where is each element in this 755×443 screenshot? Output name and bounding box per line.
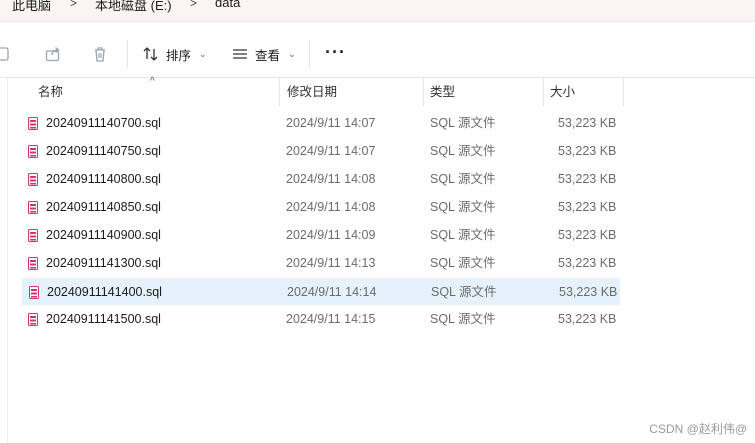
copy-icon[interactable] [0,43,14,65]
file-type: SQL 源文件 [430,256,496,270]
file-row[interactable]: 20240911141500.sql 2024/9/11 14:15 SQL 源… [22,306,620,333]
column-header-type[interactable]: 类型 [422,78,543,106]
column-header-row: 名称 修改日期 类型 大小 [0,78,755,106]
file-name: 20240911140700.sql [46,116,161,130]
command-bar: 排序 ⌄ 查看 ⌄ ··· [0,30,755,78]
file-row[interactable]: 20240911140900.sql 2024/9/11 14:09 SQL 源… [22,222,620,249]
file-type: SQL 源文件 [430,144,496,158]
file-size: 53,223 KB [558,256,617,270]
file-type: SQL 源文件 [430,312,496,326]
file-type: SQL 源文件 [430,228,496,242]
sort-arrows-icon [143,47,158,61]
file-row[interactable]: 20240911140850.sql 2024/9/11 14:08 SQL 源… [22,194,620,221]
sql-file-icon [28,313,38,326]
sort-label: 排序 [166,48,192,63]
file-type: SQL 源文件 [430,172,496,186]
file-size: 53,223 KB [558,200,617,214]
file-size: 53,223 KB [559,285,618,299]
file-row-selected[interactable]: 20240911141400.sql 2024/9/11 14:14 SQL 源… [22,278,620,305]
delete-icon[interactable] [89,43,111,65]
file-modified: 2024/9/11 14:07 [286,116,376,130]
view-label: 查看 [255,48,281,63]
file-type: SQL 源文件 [431,285,497,299]
file-modified: 2024/9/11 14:09 [286,228,376,242]
file-type: SQL 源文件 [430,116,496,130]
file-name: 20240911140800.sql [46,172,161,186]
column-header-name[interactable]: 名称 [30,78,278,106]
chevron-down-icon: ⌄ [288,48,296,59]
file-modified: 2024/9/11 14:15 [286,312,376,326]
file-size: 53,223 KB [558,312,617,326]
view-button[interactable]: 查看 ⌄ [231,42,296,66]
chevron-down-icon: ⌄ [199,48,207,59]
share-icon[interactable] [42,43,64,65]
sort-button[interactable]: 排序 ⌄ [142,42,207,66]
file-size: 53,223 KB [558,228,617,242]
sql-file-icon [28,201,38,214]
file-row[interactable]: 20240911140750.sql 2024/9/11 14:07 SQL 源… [22,138,620,165]
file-name: 20240911140850.sql [46,200,161,214]
file-name: 20240911141500.sql [46,312,161,326]
file-modified: 2024/9/11 14:08 [286,200,376,214]
column-separator[interactable] [623,78,624,106]
file-modified: 2024/9/11 14:08 [286,172,376,186]
file-row[interactable]: 20240911140700.sql 2024/9/11 14:07 SQL 源… [22,110,620,137]
file-name: 20240911141400.sql [47,285,162,299]
file-modified: 2024/9/11 14:14 [287,285,377,299]
more-options-button[interactable]: ··· [325,42,346,63]
sql-file-icon [28,229,38,242]
chevron-right-icon: > [190,0,198,10]
file-name: 20240911140750.sql [46,144,161,158]
sql-file-icon [28,145,38,158]
column-header-size[interactable]: 大小 [542,78,623,106]
chevron-right-icon: > [70,0,78,10]
sql-file-icon [29,286,39,299]
watermark: CSDN @赵利伟@ [649,422,747,436]
file-name: 20240911140900.sql [46,228,161,242]
column-header-modified[interactable]: 修改日期 [279,78,423,106]
file-modified: 2024/9/11 14:07 [286,144,376,158]
breadcrumb: 此电脑 > 本地磁盘 (E:) > data [0,0,755,22]
toolbar-divider [127,40,128,68]
file-row[interactable]: 20240911141300.sql 2024/9/11 14:13 SQL 源… [22,250,620,277]
nav-pane-border [7,78,8,443]
file-type: SQL 源文件 [430,200,496,214]
file-size: 53,223 KB [558,144,617,158]
sql-file-icon [28,257,38,270]
breadcrumb-data-folder[interactable]: data [215,0,240,10]
toolbar-divider [309,40,310,68]
sql-file-icon [28,173,38,186]
list-view-icon [233,49,247,59]
file-name: 20240911141300.sql [46,256,161,270]
file-size: 53,223 KB [558,116,617,130]
file-size: 53,223 KB [558,172,617,186]
file-row[interactable]: 20240911140800.sql 2024/9/11 14:08 SQL 源… [22,166,620,193]
file-modified: 2024/9/11 14:13 [286,256,376,270]
breadcrumb-drive-e[interactable]: 本地磁盘 (E:) [95,0,172,14]
sql-file-icon [28,117,38,130]
breadcrumb-this-pc[interactable]: 此电脑 [12,0,51,14]
